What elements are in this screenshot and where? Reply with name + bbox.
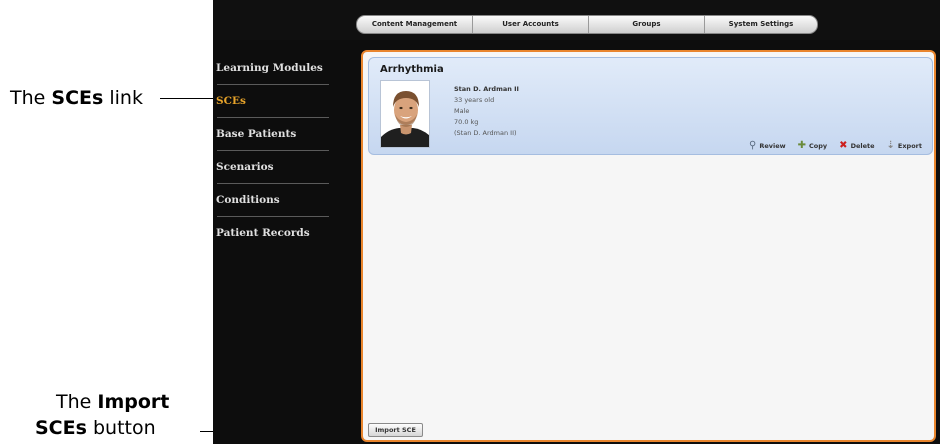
- main-nav-tabs: Content Management User Accounts Groups …: [356, 15, 818, 34]
- callout-sces-link: The SCEs link: [10, 87, 143, 110]
- patient-sex: Male: [454, 107, 470, 115]
- copy-button[interactable]: ✚ Copy: [798, 141, 828, 151]
- sidebar: Learning Modules SCEs Base Patients Scen…: [213, 52, 353, 250]
- export-button[interactable]: ⇣ Export: [887, 141, 922, 151]
- tab-user-accounts[interactable]: User Accounts: [473, 16, 589, 33]
- callout-text: The: [56, 391, 98, 413]
- sidebar-item-learning-modules[interactable]: Learning Modules: [213, 52, 353, 85]
- callout-text: button: [86, 417, 156, 439]
- app-window: Content Management User Accounts Groups …: [213, 0, 940, 444]
- export-label: Export: [897, 142, 922, 150]
- sidebar-item-label: Conditions: [216, 194, 280, 206]
- patient-age: 33 years old: [454, 96, 495, 104]
- base-patient-name: (Stan D. Ardman II): [454, 129, 517, 137]
- magnifier-icon: ⚲: [749, 140, 757, 151]
- export-arrow-icon: ⇣: [886, 140, 895, 151]
- sce-title: Arrhythmia: [380, 64, 444, 75]
- top-bar: Content Management User Accounts Groups …: [213, 0, 940, 40]
- tab-content-management[interactable]: Content Management: [357, 16, 473, 33]
- card-actions: ⚲ Review ✚ Copy ✖ Delete ⇣ Export: [749, 141, 922, 151]
- review-label: Review: [759, 142, 786, 150]
- sidebar-item-conditions[interactable]: Conditions: [213, 184, 353, 217]
- callout-text: The: [10, 87, 52, 109]
- patient-avatar: [380, 80, 430, 148]
- callout-bold: SCEs: [35, 417, 87, 439]
- copy-label: Copy: [809, 142, 828, 150]
- delete-x-icon: ✖: [839, 140, 848, 151]
- callout-bold: Import: [97, 391, 170, 413]
- patient-portrait-icon: [381, 81, 429, 147]
- sidebar-item-label: Learning Modules: [216, 62, 323, 74]
- callout-import-button: The Import: [56, 391, 169, 414]
- callout-bold: SCEs: [51, 87, 104, 109]
- sidebar-item-label: Patient Records: [216, 227, 310, 239]
- callout-import-button-line2: SCEs button: [35, 417, 156, 440]
- sidebar-item-scenarios[interactable]: Scenarios: [213, 151, 353, 184]
- tab-groups[interactable]: Groups: [589, 16, 705, 33]
- sidebar-item-sces[interactable]: SCEs: [213, 85, 353, 118]
- sidebar-item-label: Base Patients: [216, 128, 297, 140]
- sidebar-item-label: SCEs: [216, 95, 246, 107]
- sidebar-item-label: Scenarios: [216, 161, 274, 173]
- sidebar-item-base-patients[interactable]: Base Patients: [213, 118, 353, 151]
- callout-text: link: [103, 87, 143, 109]
- sidebar-item-patient-records[interactable]: Patient Records: [213, 217, 353, 250]
- import-sce-button[interactable]: Import SCE: [368, 423, 423, 437]
- plus-icon: ✚: [797, 140, 807, 151]
- main-panel: Arrhythmia Stan D. Ardman II 33 years ol…: [361, 50, 936, 442]
- delete-button[interactable]: ✖ Delete: [839, 141, 874, 151]
- patient-info: Stan D. Ardman II 33 years old Male 70.0…: [454, 84, 519, 139]
- patient-name: Stan D. Ardman II: [454, 85, 519, 93]
- delete-label: Delete: [850, 142, 875, 150]
- patient-weight: 70.0 kg: [454, 118, 479, 126]
- tab-system-settings[interactable]: System Settings: [705, 16, 817, 33]
- sce-card[interactable]: Arrhythmia Stan D. Ardman II 33 years ol…: [368, 57, 933, 155]
- review-button[interactable]: ⚲ Review: [749, 141, 786, 151]
